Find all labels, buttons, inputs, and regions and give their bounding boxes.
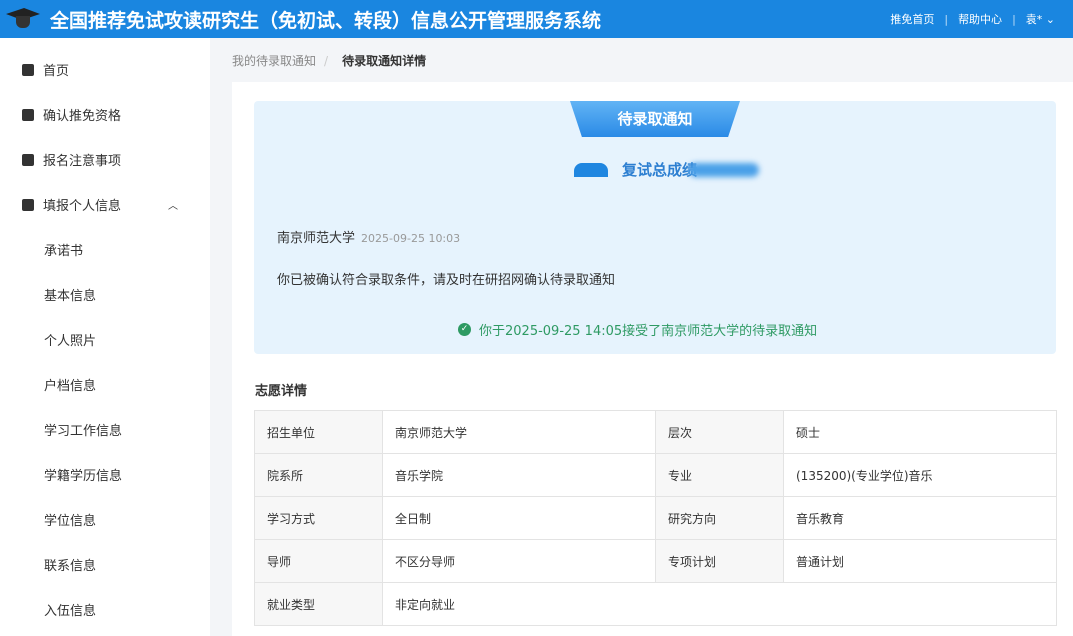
university-name: 南京师范大学 <box>277 231 356 246</box>
university-line: 南京师范大学 2025-09-25 10:03 <box>277 227 460 246</box>
notice-card: 待录取通知 复试总成绩 南京师范大学 2025-09-25 10:03 你已被确认… <box>254 101 1056 354</box>
table-row: 导师 不区分导师 专项计划 普通计划 <box>254 539 1057 583</box>
user-menu[interactable]: 袁* ⌄ <box>1026 11 1055 27</box>
field-label: 专项计划 <box>655 539 784 583</box>
sidebar-item-label: 承诺书 <box>44 244 84 259</box>
notice-message: 你已被确认符合录取条件，请及时在研招网确认待录取通知 <box>277 273 616 288</box>
sidebar-item-label: 报名注意事项 <box>43 154 122 169</box>
field-value: 硕士 <box>783 410 1057 454</box>
field-value: 普通计划 <box>783 539 1057 583</box>
chevron-down-icon: ⌄ <box>1045 13 1055 26</box>
check-circle-icon: ✓ <box>458 323 471 336</box>
sidebar-item[interactable]: 个人照片 <box>0 317 210 362</box>
cap-icon <box>574 162 608 177</box>
sidebar-item-label: 确认推免资格 <box>43 109 122 124</box>
sidebar-item[interactable]: 联系信息 <box>0 542 210 587</box>
field-value: 音乐学院 <box>382 453 656 497</box>
field-label: 层次 <box>655 410 784 454</box>
main-content: 待录取通知 复试总成绩 南京师范大学 2025-09-25 10:03 你已被确认… <box>232 82 1073 636</box>
section-title: 志愿详情 <box>255 384 308 399</box>
sidebar-item[interactable]: 入伍信息 <box>0 587 210 632</box>
score-row: 复试总成绩 <box>574 159 760 180</box>
user-name: 袁* <box>1025 13 1043 26</box>
sidebar-item-label: 个人照片 <box>44 334 97 349</box>
table-row: 就业类型 非定向就业 <box>254 582 1057 626</box>
divider: | <box>1012 12 1016 26</box>
link-home[interactable]: 推免首页 <box>890 11 934 27</box>
field-value: 非定向就业 <box>382 582 1057 626</box>
form-icon <box>22 198 34 211</box>
app-title: 全国推荐免试攻读研究生（免初试、转段）信息公开管理服务系统 <box>50 9 602 32</box>
field-label: 学习方式 <box>254 496 383 540</box>
table-row: 招生单位 南京师范大学 层次 硕士 <box>254 410 1057 454</box>
sidebar-item-label: 学习工作信息 <box>44 424 123 439</box>
field-value: (135200)(专业学位)音乐 <box>783 453 1057 497</box>
notice-time: 2025-09-25 10:03 <box>361 232 461 245</box>
accepted-status: ✓ 你于2025-09-25 14:05接受了南京师范大学的待录取通知 <box>458 320 817 339</box>
sidebar-item-label: 联系信息 <box>44 559 97 574</box>
table-row: 院系所 音乐学院 专业 (135200)(专业学位)音乐 <box>254 453 1057 497</box>
list-icon <box>22 153 34 166</box>
sidebar-item[interactable]: 学位信息 <box>0 497 210 542</box>
divider: / <box>324 54 329 68</box>
sidebar-item-label: 填报个人信息 <box>43 199 122 214</box>
sidebar-item[interactable]: 学籍学历信息 <box>0 452 210 497</box>
sidebar-item[interactable]: 承诺书 <box>0 227 210 272</box>
sidebar-item[interactable]: 报名注意事项 <box>0 137 210 182</box>
chevron-up-icon[interactable]: ︿ <box>168 197 178 212</box>
field-label: 招生单位 <box>254 410 383 454</box>
graduation-cap-logo-icon <box>4 4 44 34</box>
home-icon <box>22 63 34 76</box>
divider: | <box>944 12 949 26</box>
sidebar-item[interactable]: 基本信息 <box>0 272 210 317</box>
breadcrumb-parent[interactable]: 我的待录取通知 <box>232 54 316 68</box>
sidebar-item-label: 首页 <box>43 64 70 79</box>
field-label: 研究方向 <box>655 496 784 540</box>
sidebar-item[interactable]: 学习工作信息 <box>0 407 210 452</box>
field-label: 院系所 <box>254 453 383 497</box>
sidebar-item[interactable]: 户档信息 <box>0 362 210 407</box>
breadcrumb-current: 待录取通知详情 <box>342 54 427 68</box>
accepted-text: 你于2025-09-25 14:05接受了南京师范大学的待录取通知 <box>479 324 818 339</box>
field-value: 全日制 <box>382 496 656 540</box>
field-value: 音乐教育 <box>783 496 1057 540</box>
field-label: 专业 <box>655 453 784 497</box>
shield-icon <box>22 108 34 121</box>
sidebar-item-label: 学位信息 <box>44 514 97 529</box>
field-label: 导师 <box>254 539 383 583</box>
breadcrumb: 我的待录取通知 / 待录取通知详情 <box>232 52 426 69</box>
sidebar-item-label: 户档信息 <box>44 379 97 394</box>
top-bar: 全国推荐免试攻读研究生（免初试、转段）信息公开管理服务系统 推免首页 | 帮助中心… <box>0 0 1073 38</box>
sidebar-item[interactable]: 首页 <box>0 47 210 92</box>
sidebar-item[interactable]: 确认推免资格 <box>0 92 210 137</box>
blurred-score <box>689 162 760 177</box>
field-label: 就业类型 <box>254 582 383 626</box>
score-label: 复试总成绩 <box>622 161 698 179</box>
notice-ribbon: 待录取通知 <box>570 101 740 137</box>
sidebar-item-label: 入伍信息 <box>44 604 97 619</box>
field-value: 不区分导师 <box>382 539 656 583</box>
sidebar-item-label: 学籍学历信息 <box>44 469 123 484</box>
sidebar: 首页确认推免资格 报名注意事项 填报个人信息 ︿ 承诺书基本信息个人照片户档信息学习工作… <box>0 38 210 636</box>
field-value: 南京师范大学 <box>382 410 656 454</box>
link-help[interactable]: 帮助中心 <box>958 11 1002 27</box>
sidebar-item[interactable]: 填报个人信息 ︿ <box>0 182 210 227</box>
sidebar-item-label: 基本信息 <box>44 289 97 304</box>
table-row: 学习方式 全日制 研究方向 音乐教育 <box>254 496 1057 540</box>
details-table: 招生单位 南京师范大学 层次 硕士 院系所 音乐学院 专业 (135200)(专业学位)音乐学… <box>254 410 1057 626</box>
